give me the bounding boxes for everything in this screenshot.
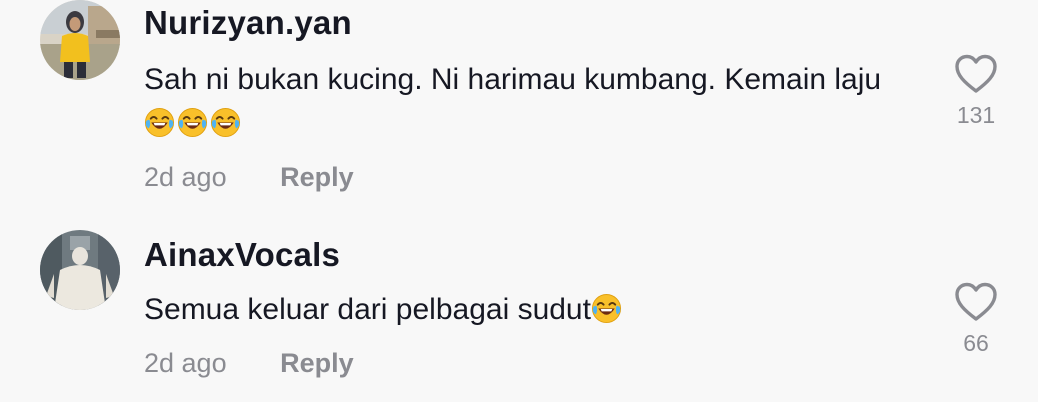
comment-meta: 2d ago Reply — [144, 162, 354, 193]
comment-text: Sah ni bukan kucing. Ni harimau kumbang.… — [144, 58, 934, 146]
comment-text-content: Sah ni bukan kucing. Ni harimau kumbang.… — [144, 63, 882, 96]
heart-icon[interactable] — [952, 278, 1000, 326]
comment-text: Semua keluar dari pelbagai sudut — [144, 288, 934, 332]
comment-timestamp: 2d ago — [144, 348, 227, 378]
avatar[interactable] — [40, 230, 120, 310]
laughing-emoji-icon — [591, 293, 622, 324]
comment-username[interactable]: Nurizyan.yan — [144, 4, 352, 42]
laughing-emoji-icon — [144, 107, 175, 138]
reply-button[interactable]: Reply — [280, 162, 354, 192]
avatar[interactable] — [40, 0, 120, 80]
reply-button[interactable]: Reply — [280, 348, 354, 378]
like-count: 131 — [956, 102, 996, 128]
like-button[interactable]: 66 — [952, 278, 1000, 357]
like-count: 66 — [963, 330, 989, 356]
laughing-emoji-icon — [177, 107, 208, 138]
laughing-emoji-icon — [210, 107, 241, 138]
comment-meta: 2d ago Reply — [144, 348, 354, 379]
comment-item: AinaxVocals Semua keluar dari pelbagai s… — [0, 222, 1038, 402]
comment-item: Nurizyan.yan Sah ni bukan kucing. Ni har… — [0, 0, 1038, 210]
comment-timestamp: 2d ago — [144, 162, 227, 192]
like-button[interactable]: 131 — [952, 50, 1000, 129]
heart-icon[interactable] — [952, 50, 1000, 98]
comment-text-content: Semua keluar dari pelbagai sudut — [144, 293, 591, 326]
comment-username[interactable]: AinaxVocals — [144, 236, 340, 274]
